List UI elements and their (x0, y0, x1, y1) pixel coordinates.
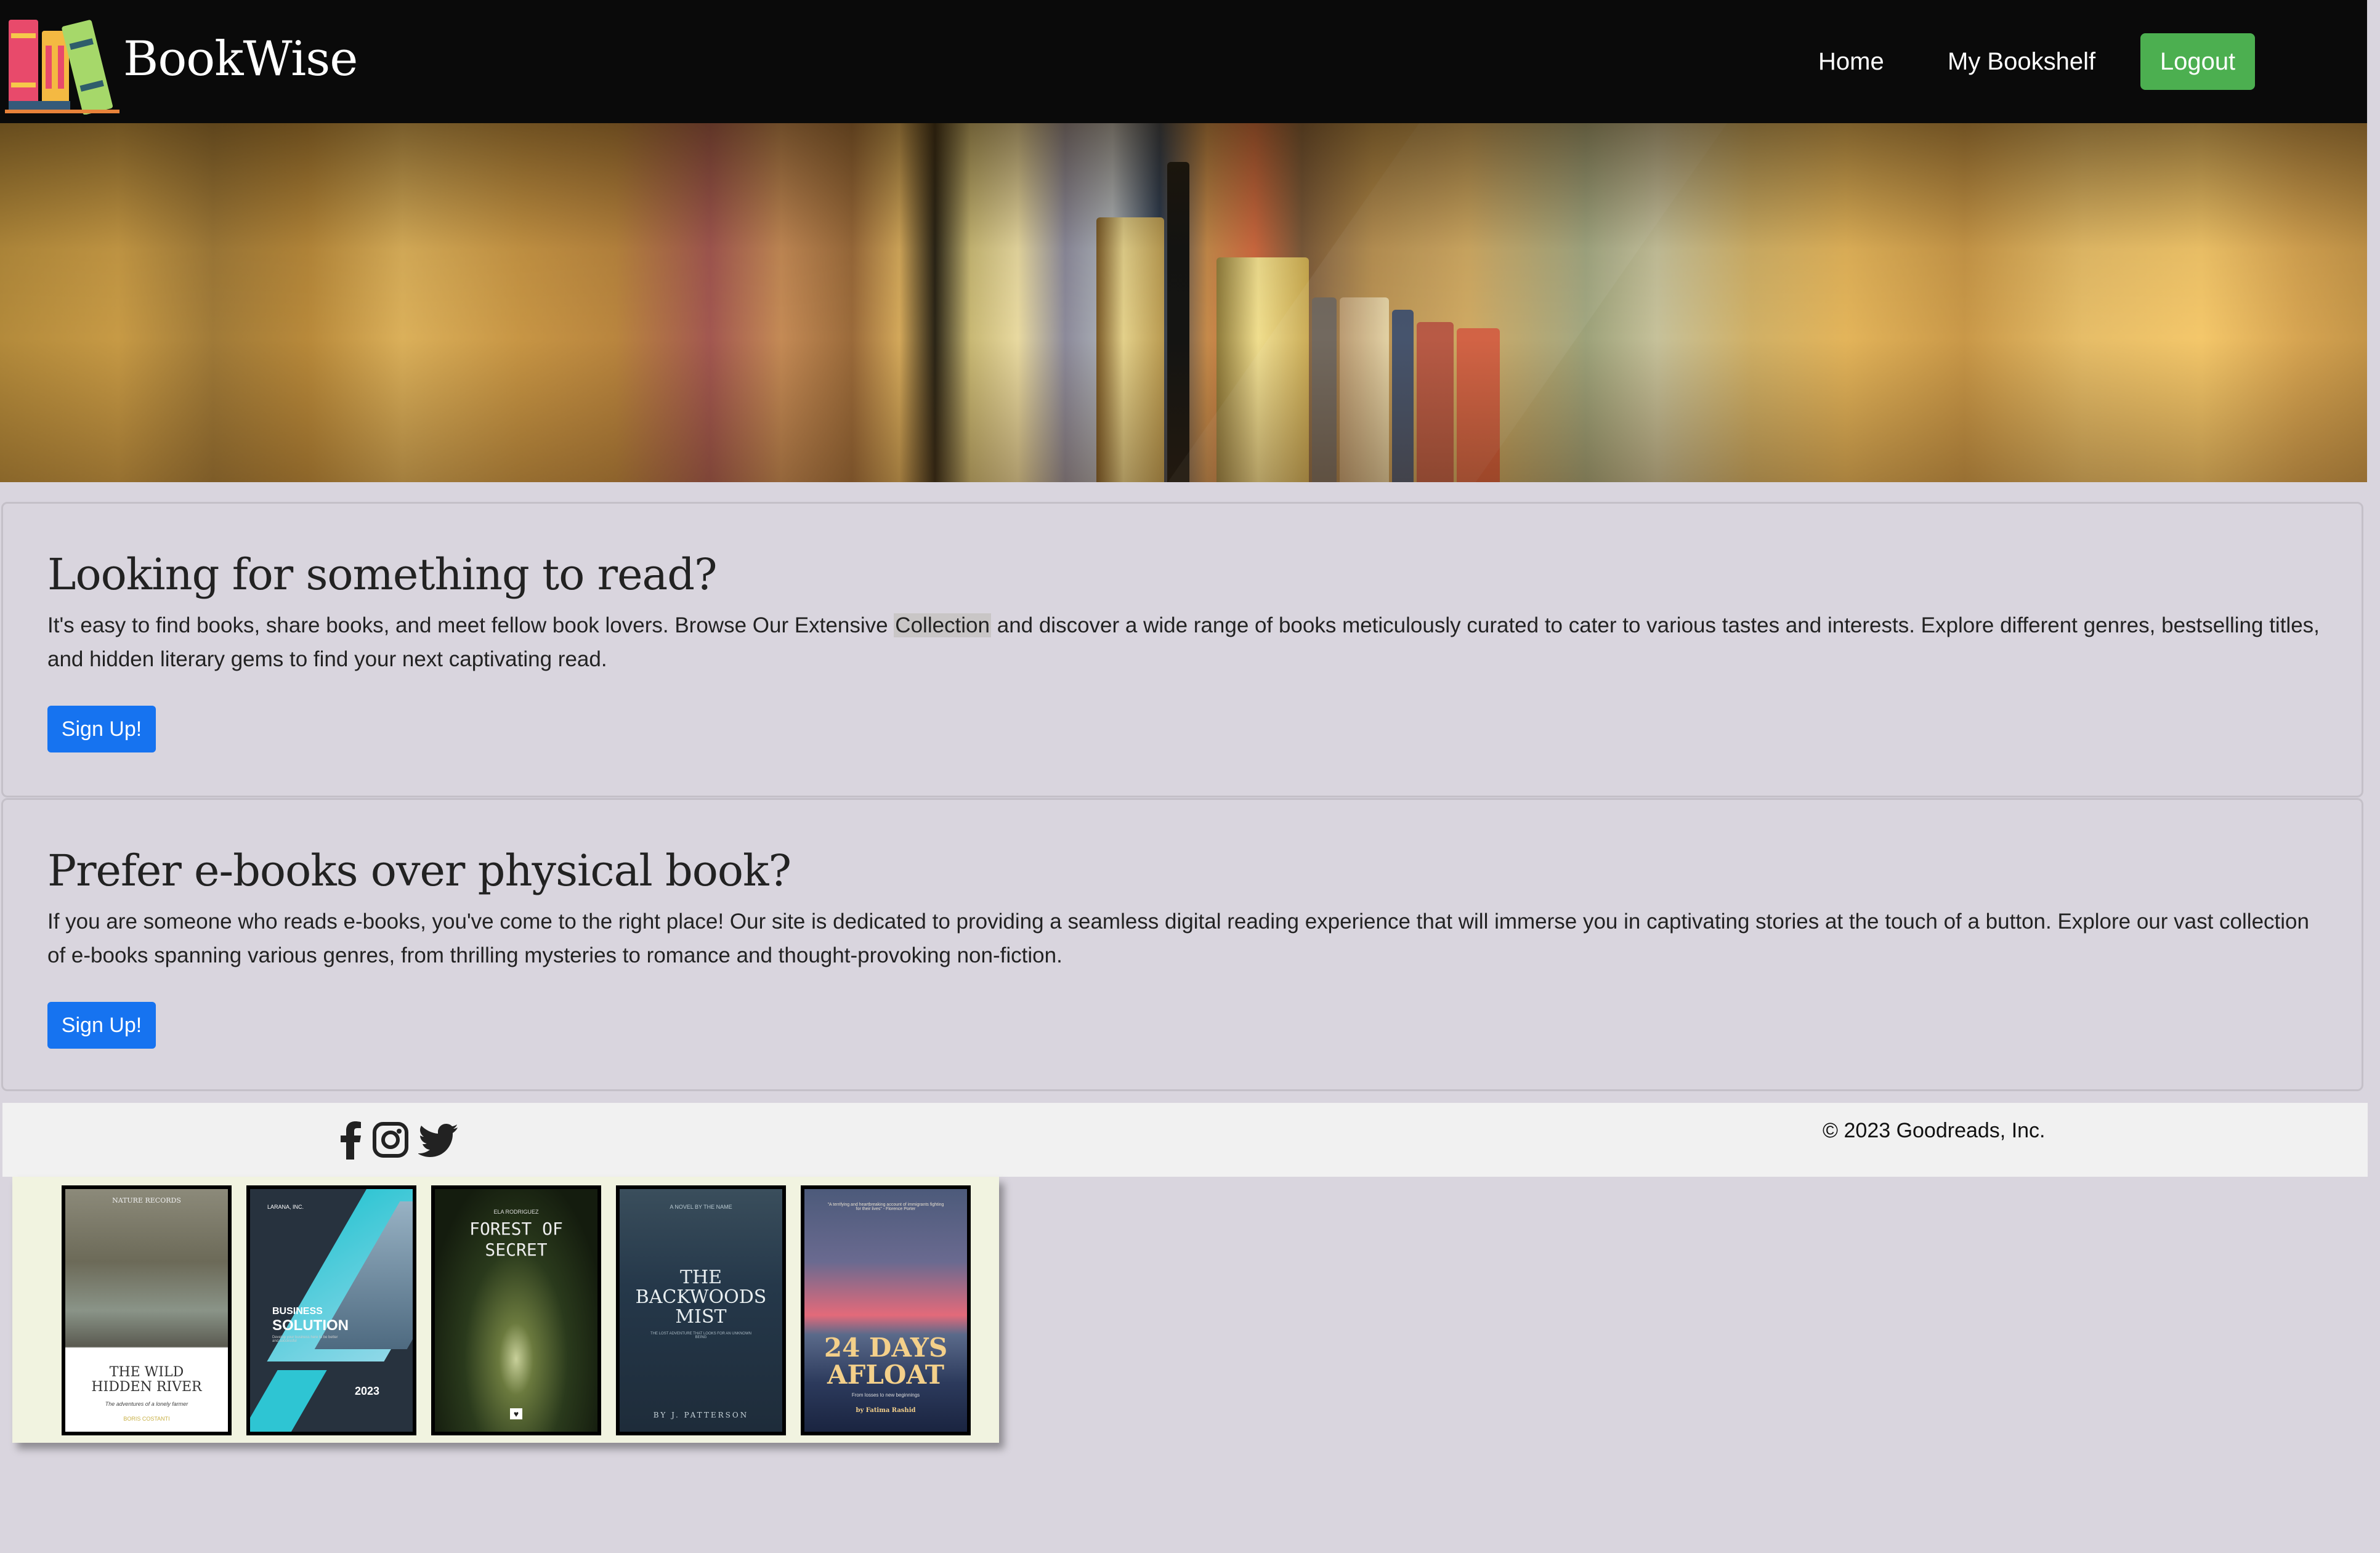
copyright-text: © 2023 Goodreads, Inc. (1823, 1119, 2046, 1142)
book-author: BORIS COSTANTI (123, 1416, 170, 1422)
book-subtitle: From losses to new beginnings (851, 1392, 920, 1398)
book-cover[interactable]: A NOVEL BY THE NAME THE BACKWOODS MIST T… (616, 1185, 786, 1435)
navbar: BookWise Home My Bookshelf Logout (0, 0, 2367, 123)
book-cover[interactable]: "A terrifying and heartbreaking account … (801, 1185, 971, 1435)
cover-graphic (250, 1370, 327, 1432)
book-title: SOLUTION (272, 1317, 349, 1334)
book-covers-strip: NATURE RECORDS THE WILD HIDDEN RIVER The… (12, 1177, 999, 1443)
book-subtitle: The adventures of a lonely farmer (105, 1401, 188, 1407)
find-books-text-start: It's easy to find books, share books, an… (47, 613, 894, 637)
signup-button[interactable]: Sign Up! (47, 706, 156, 752)
nav-home-link[interactable]: Home (1818, 46, 1884, 78)
book-description: Develop your business here to be better … (272, 1336, 338, 1343)
book-cover[interactable]: ELA RODRIGUEZ FOREST OF SECRET ♥ (431, 1185, 601, 1435)
book-title: THE BACKWOODS MIST (635, 1267, 767, 1328)
facebook-icon[interactable] (338, 1120, 363, 1160)
instagram-icon[interactable] (372, 1120, 409, 1160)
book-publisher: LARANA, INC. (267, 1204, 304, 1210)
book-title: FOREST OF SECRET (469, 1219, 563, 1260)
book-title: 24 DAYS (824, 1333, 948, 1363)
collection-highlight[interactable]: Collection (894, 613, 991, 637)
book-author: by Fatima Rashid (856, 1407, 916, 1414)
find-books-title: Looking for something to read? (47, 549, 718, 600)
nav-bookshelf-link[interactable]: My Bookshelf (1948, 46, 2095, 78)
book-author: BY J. PATTERSON (653, 1411, 749, 1419)
books-logo-icon[interactable] (5, 9, 119, 115)
footer: © 2023 Goodreads, Inc. (2, 1103, 2368, 1177)
hero-shade (0, 123, 2367, 482)
heart-icon: ♥ (510, 1408, 522, 1419)
book-year: 2023 (355, 1385, 380, 1397)
book-quote: "A terrifying and heartbreaking account … (827, 1203, 944, 1211)
twitter-icon[interactable] (418, 1120, 459, 1160)
find-books-card: Looking for something to read? It's easy… (1, 502, 2363, 797)
find-books-description: It's easy to find books, share books, an… (47, 608, 2326, 676)
ebooks-title: Prefer e-books over physical book? (47, 845, 791, 896)
book-title: THE WILD HIDDEN RIVER (91, 1365, 202, 1395)
book-publisher: NATURE RECORDS (112, 1196, 181, 1204)
book-header: A NOVEL BY THE NAME (670, 1204, 732, 1210)
book-cover[interactable]: LARANA, INC. BUSINESS SOLUTION Develop y… (246, 1185, 416, 1435)
logout-button[interactable]: Logout (2140, 33, 2255, 90)
hero-bookshelf-image (0, 123, 2367, 482)
brand-name[interactable]: BookWise (123, 28, 358, 90)
book-subtitle: THE LOST ADVENTURE THAT LOOKS FOR AN UNK… (650, 1332, 751, 1339)
ebooks-card: Prefer e-books over physical book? If yo… (1, 798, 2363, 1091)
book-title: BUSINESS (272, 1306, 323, 1317)
ebooks-description: If you are someone who reads e-books, yo… (47, 910, 2309, 967)
book-title: AFLOAT (827, 1360, 945, 1390)
ebooks-signup-button[interactable]: Sign Up! (47, 1002, 156, 1049)
book-cover[interactable]: NATURE RECORDS THE WILD HIDDEN RIVER The… (62, 1185, 232, 1435)
book-author: ELA RODRIGUEZ (493, 1209, 539, 1215)
